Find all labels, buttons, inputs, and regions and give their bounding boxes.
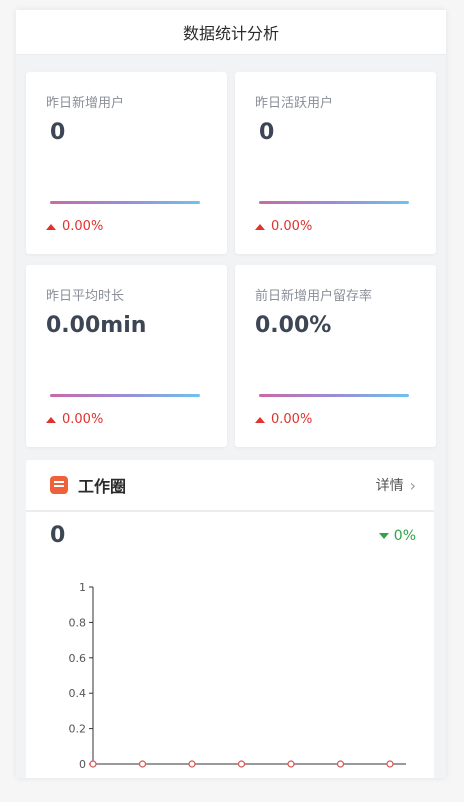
stat-card-change: 0.00% [46,219,103,234]
page-header: 数据统计分析 [16,10,446,55]
stat-card-trend-line [50,201,200,204]
stat-card-change: 0.00% [46,412,103,427]
stat-card-title: 昨日活跃用户 [255,96,334,111]
y-tick-label: 0.6 [69,652,87,665]
up-arrow-icon [46,416,56,423]
stat-card-value: 0 [259,120,275,145]
y-tick-label: 1 [79,581,86,594]
stat-card-value: 0.00% [255,313,332,338]
stat-card-title: 昨日新增用户 [46,96,125,111]
stat-card-title: 昨日平均时长 [46,289,125,304]
stat-card-title: 前日新增用户留存率 [255,289,373,304]
y-tick-label: 0.2 [69,723,87,736]
stats-page: 数据统计分析 昨日新增用户 0 0.00% 昨日活跃用户 0 0.00% 昨日平… [16,10,446,778]
stat-card-trend-line [259,394,409,397]
up-arrow-icon [255,223,265,230]
data-point [188,760,196,768]
y-tick-label: 0 [79,758,86,771]
up-arrow-icon [255,416,265,423]
up-arrow-icon [46,223,56,230]
stat-card-trend-line [259,201,409,204]
stat-card-active-users[interactable]: 昨日活跃用户 0 0.00% [235,72,436,254]
stat-card-new-users[interactable]: 昨日新增用户 0 0.00% [26,72,227,254]
stat-card-avg-duration[interactable]: 昨日平均时长 0.00min 0.00% [26,265,227,447]
data-point [336,760,345,768]
stat-card-change-value: 0.00% [62,412,104,427]
stat-card-change-value: 0.00% [271,412,313,427]
stat-card-change: 0.00% [255,412,312,427]
stat-card-change-value: 0.00% [62,219,104,234]
stat-cards: 昨日新增用户 0 0.00% 昨日活跃用户 0 0.00% 昨日平均时长 0.0… [26,72,436,458]
data-point [237,760,246,768]
y-tick-label: 0.4 [69,687,87,700]
stat-card-value: 0.00min [46,313,147,338]
stat-card-retention[interactable]: 前日新增用户留存率 0.00% 0.00% [235,265,436,447]
stat-card-change: 0.00% [255,219,312,234]
stat-card-value: 0 [50,120,66,145]
data-point [287,760,295,768]
data-point [138,760,147,768]
stat-card-change-value: 0.00% [271,219,313,234]
data-point [89,760,97,768]
work-circle-chart: 0 0.2 0.4 0.6 0.8 1 [69,581,406,771]
y-tick-label: 0.8 [69,616,87,629]
work-circle-card: 工作圈 详情 › 0 0% 0 0.2 0.4 0.6 0.8 1 [26,460,434,778]
data-point [386,760,394,768]
stat-card-trend-line [50,394,200,397]
page-title: 数据统计分析 [182,24,279,43]
